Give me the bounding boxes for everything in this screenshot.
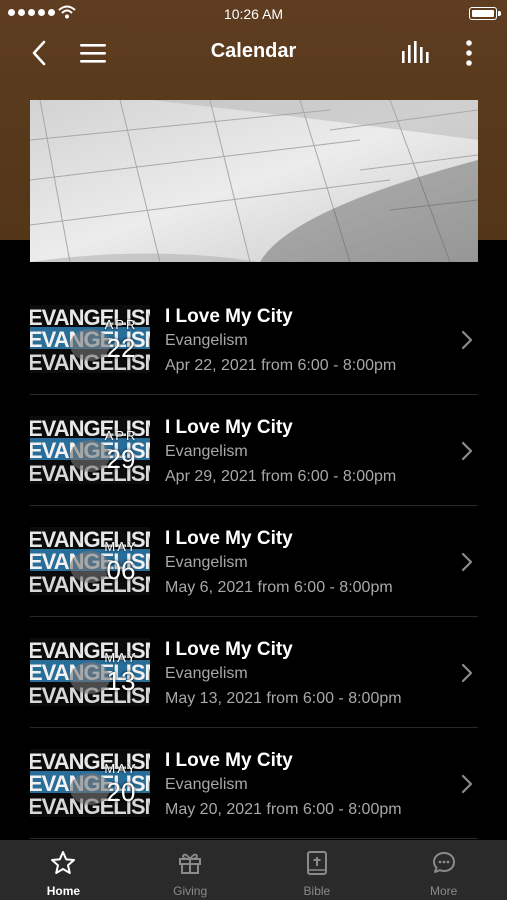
event-date: May 13, 2021 from 6:00 - 8:00pm	[165, 690, 402, 707]
event-month: MAY	[104, 650, 138, 665]
nav-bar: Calendar	[0, 28, 507, 78]
event-month: MAY	[104, 761, 138, 776]
event-list: EVANGELISM EVANGELISM EVANGELISM APR 22 …	[30, 284, 478, 839]
event-title: I Love My City	[165, 417, 293, 438]
chevron-right-icon	[461, 441, 473, 461]
event-title: I Love My City	[165, 306, 293, 327]
chevron-right-icon	[461, 552, 473, 572]
tab-bar: Home Giving Bible More	[0, 840, 507, 900]
tab-label: Home	[46, 884, 81, 898]
event-thumbnail: EVANGELISM EVANGELISM EVANGELISM APR 22	[30, 305, 150, 373]
event-row[interactable]: EVANGELISM EVANGELISM EVANGELISM MAY 13 …	[30, 617, 478, 728]
event-category: Evangelism	[165, 665, 248, 682]
calendar-hero-image	[30, 100, 478, 262]
chevron-right-icon	[461, 330, 473, 350]
battery-icon	[469, 7, 501, 20]
event-row[interactable]: EVANGELISM EVANGELISM EVANGELISM MAY 06 …	[30, 506, 478, 617]
event-title: I Love My City	[165, 528, 293, 549]
event-row[interactable]: EVANGELISM EVANGELISM EVANGELISM MAY 20 …	[30, 728, 478, 839]
event-thumbnail: EVANGELISM EVANGELISM EVANGELISM MAY 13	[30, 638, 150, 706]
tab-more[interactable]: More	[380, 840, 507, 900]
event-thumbnail: EVANGELISM EVANGELISM EVANGELISM MAY 06	[30, 527, 150, 595]
tab-label: Giving	[173, 884, 208, 898]
event-category: Evangelism	[165, 332, 248, 349]
event-date: May 6, 2021 from 6:00 - 8:00pm	[165, 579, 393, 596]
status-bar: 10:26 AM	[0, 0, 507, 28]
event-day: 20	[106, 777, 136, 807]
event-thumbnail: EVANGELISM EVANGELISM EVANGELISM MAY 20	[30, 749, 150, 817]
event-row[interactable]: EVANGELISM EVANGELISM EVANGELISM APR 22 …	[30, 284, 478, 395]
status-time: 10:26 AM	[223, 6, 284, 22]
tab-label: Bible	[303, 884, 331, 898]
event-thumbnail: EVANGELISM EVANGELISM EVANGELISM APR 29	[30, 416, 150, 484]
event-title: I Love My City	[165, 639, 293, 660]
chevron-right-icon	[461, 663, 473, 683]
event-day: 13	[106, 666, 136, 696]
event-day: 29	[106, 444, 136, 474]
event-month: MAY	[104, 539, 138, 554]
event-category: Evangelism	[165, 776, 248, 793]
event-month: APR	[104, 428, 138, 443]
tab-bible[interactable]: Bible	[254, 840, 381, 900]
bible-icon	[306, 851, 327, 875]
event-date: May 20, 2021 from 6:00 - 8:00pm	[165, 801, 402, 818]
gift-icon	[179, 853, 202, 874]
tab-home[interactable]: Home	[0, 840, 127, 900]
event-title: I Love My City	[165, 750, 293, 771]
chevron-right-icon	[461, 774, 473, 794]
event-day: 06	[106, 555, 136, 585]
audio-bars-icon[interactable]	[399, 39, 431, 67]
more-vertical-icon[interactable]	[461, 38, 477, 68]
event-date: Apr 22, 2021 from 6:00 - 8:00pm	[165, 357, 397, 374]
chat-bubble-icon	[432, 852, 455, 873]
tab-label: More	[429, 884, 458, 898]
event-month: APR	[104, 317, 138, 332]
star-icon	[51, 851, 76, 874]
tab-giving[interactable]: Giving	[127, 840, 254, 900]
event-date: Apr 29, 2021 from 6:00 - 8:00pm	[165, 468, 397, 485]
event-day: 22	[106, 333, 136, 363]
event-category: Evangelism	[165, 443, 248, 460]
event-row[interactable]: EVANGELISM EVANGELISM EVANGELISM APR 29 …	[30, 395, 478, 506]
event-category: Evangelism	[165, 554, 248, 571]
